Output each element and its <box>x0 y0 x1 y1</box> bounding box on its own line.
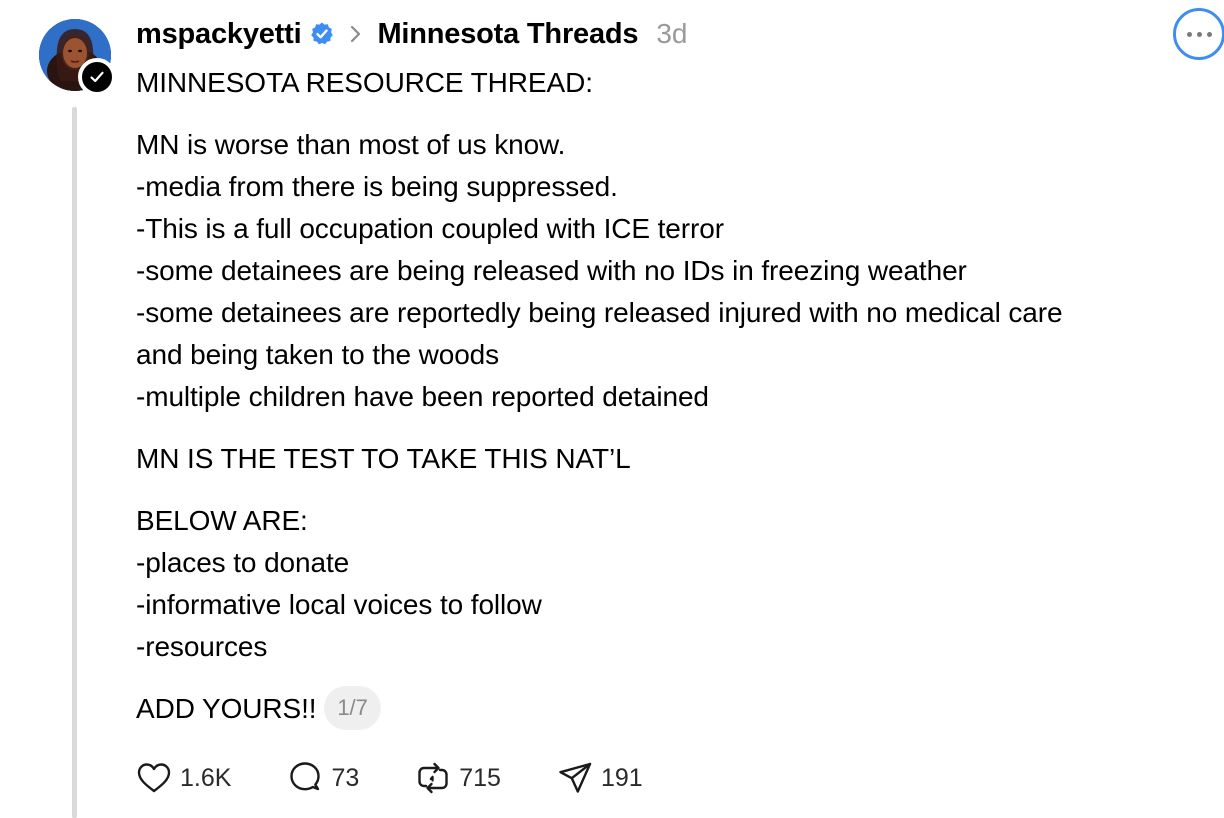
verified-badge-icon <box>309 21 335 47</box>
post-header: mspackyetti Minnesota Threads 3d <box>136 14 687 54</box>
repost-count: 715 <box>459 763 501 792</box>
thread-page-badge: 1/7 <box>324 685 381 730</box>
post-text-line-last: ADD YOURS!! 1/7 <box>136 685 1196 733</box>
topic-link[interactable]: Minnesota Threads <box>377 18 638 51</box>
like-button[interactable]: 1.6K <box>136 761 231 795</box>
comment-icon <box>287 760 323 796</box>
more-options-button[interactable] <box>1173 8 1224 60</box>
like-count: 1.6K <box>180 763 232 792</box>
repost-icon <box>415 760 451 796</box>
post-text-line: BELOW ARE: <box>136 505 308 536</box>
chevron-right-icon <box>349 23 363 45</box>
heart-icon <box>136 761 172 795</box>
post-timestamp: 3d <box>656 18 688 49</box>
reply-button[interactable]: 73 <box>287 760 359 796</box>
share-button[interactable]: 191 <box>557 760 643 796</box>
post-text-line: -some detainees are reportedly being rel… <box>136 297 1063 328</box>
thread-line <box>72 107 77 818</box>
post-text-line: -some detainees are being released with … <box>136 255 967 286</box>
post-text-line: -places to donate <box>136 547 350 578</box>
post-text-final: ADD YOURS!! <box>136 693 317 724</box>
post-text-line: and being taken to the woods <box>136 339 500 370</box>
post-text-line: -multiple children have been reported de… <box>136 381 709 412</box>
reply-count: 73 <box>331 763 360 792</box>
more-options-icon <box>1184 31 1214 37</box>
post-text-line: -This is a full occupation coupled with … <box>136 213 724 244</box>
share-count: 191 <box>600 763 643 792</box>
post-text-line: MN IS THE TEST TO TAKE THIS NAT’L <box>136 443 631 474</box>
avatar-verified-check-icon <box>78 58 116 96</box>
send-icon <box>557 760 593 796</box>
post-text-line: MN is worse than most of us know. <box>136 129 566 160</box>
post-text-line: -informative local voices to follow <box>136 589 542 620</box>
username-link[interactable]: mspackyetti <box>136 18 302 51</box>
post-text-line: -resources <box>136 631 268 662</box>
post-text-line: -media from there is being suppressed. <box>136 171 618 202</box>
repost-button[interactable]: 715 <box>415 760 501 796</box>
post-text-line: MINNESOTA RESOURCE THREAD: <box>136 67 593 98</box>
post-actions: 1.6K 73 715 191 <box>136 756 699 800</box>
post-text: MINNESOTA RESOURCE THREAD: MN is worse t… <box>136 62 1196 733</box>
